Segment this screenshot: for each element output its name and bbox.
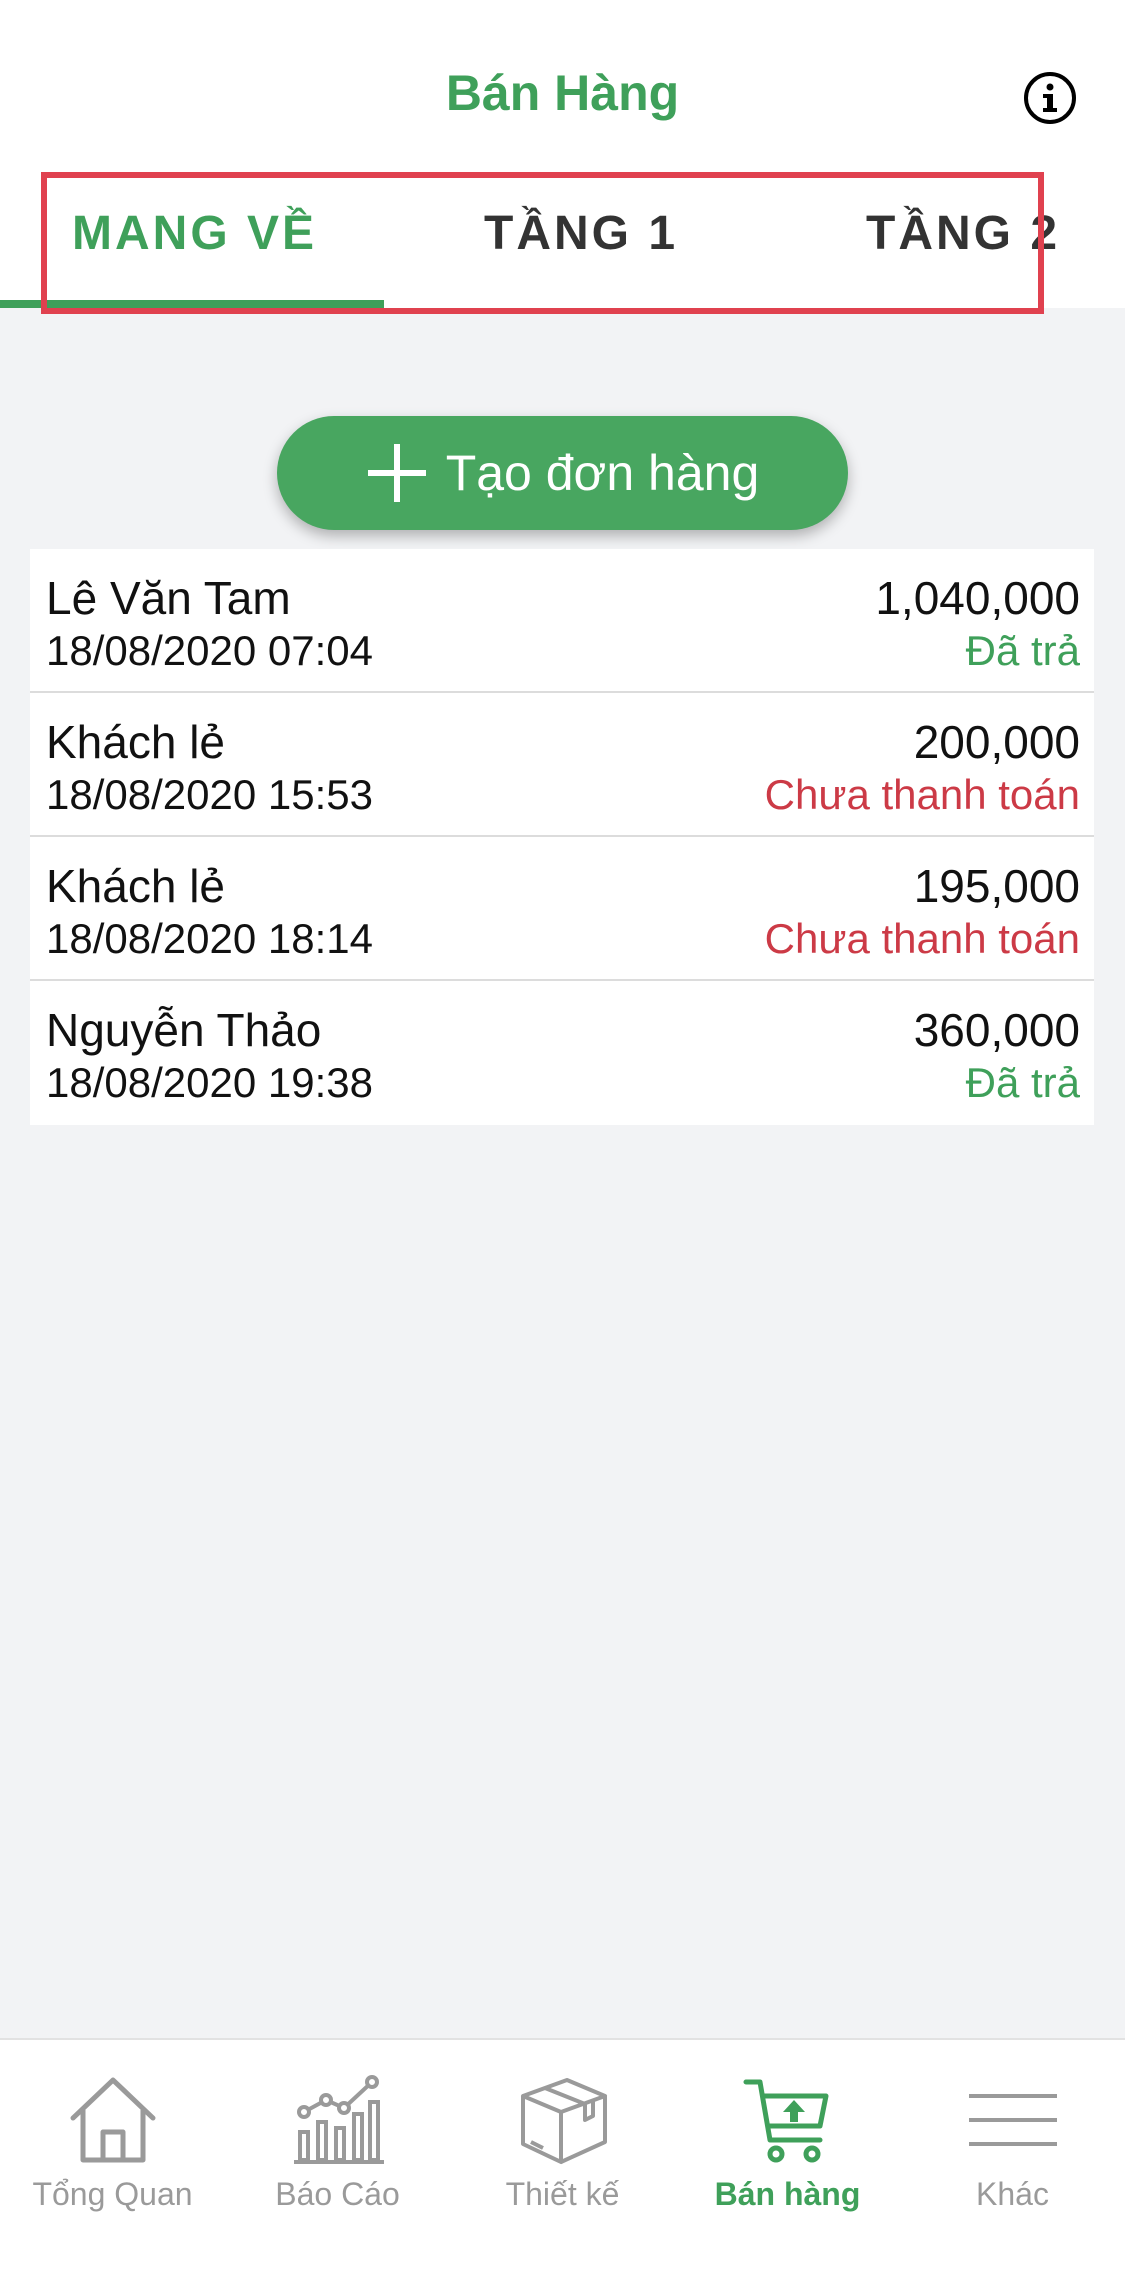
create-order-button[interactable]: Tạo đơn hàng — [277, 416, 848, 530]
tabbar-item-bao-cao[interactable]: Báo Cáo — [225, 2070, 450, 2213]
tabbar-item-khac[interactable]: Khác — [900, 2070, 1125, 2213]
plus-icon — [367, 444, 426, 502]
order-list: Lê Văn Tam 18/08/2020 07:04 1,040,000 Đã… — [30, 549, 1094, 1125]
tabbar-label: Thiết kế — [505, 2176, 620, 2212]
payment-status: Đã trả — [965, 1059, 1080, 1106]
chart-icon — [293, 2075, 384, 2164]
order-row[interactable]: Nguyễn Thảo 18/08/2020 19:38 360,000 Đã … — [30, 981, 1094, 1125]
order-row[interactable]: Lê Văn Tam 18/08/2020 07:04 1,040,000 Đã… — [30, 549, 1094, 693]
order-datetime: 18/08/2020 07:04 — [46, 627, 373, 674]
customer-name: Nguyễn Thảo — [46, 1004, 322, 1056]
order-row[interactable]: Khách lẻ 18/08/2020 18:14 195,000 Chưa t… — [30, 837, 1094, 981]
order-datetime: 18/08/2020 15:53 — [46, 771, 373, 818]
customer-name: Khách lẻ — [46, 716, 226, 768]
order-row[interactable]: Khách lẻ 18/08/2020 15:53 200,000 Chưa t… — [30, 693, 1094, 837]
tabbar-label: Bán hàng — [714, 2176, 861, 2212]
menu-icon — [968, 2094, 1057, 2146]
payment-status: Chưa thanh toán — [764, 771, 1080, 818]
order-amount: 360,000 — [913, 1004, 1080, 1056]
customer-name: Khách lẻ — [46, 860, 226, 912]
order-datetime: 18/08/2020 18:14 — [46, 915, 373, 962]
tabbar-item-tong-quan[interactable]: Tổng Quan — [0, 2070, 225, 2213]
create-order-label: Tạo đơn hàng — [445, 445, 760, 501]
order-amount: 200,000 — [913, 716, 1080, 768]
payment-status: Chưa thanh toán — [764, 915, 1080, 962]
home-icon — [70, 2077, 155, 2163]
tabbar-label: Báo Cáo — [275, 2176, 400, 2212]
box-icon — [520, 2078, 607, 2164]
order-amount: 195,000 — [913, 860, 1080, 912]
tabbar-label: Khác — [976, 2176, 1049, 2212]
payment-status: Đã trả — [965, 627, 1080, 674]
order-amount: 1,040,000 — [875, 572, 1080, 624]
info-icon[interactable] — [1022, 70, 1078, 126]
order-datetime: 18/08/2020 19:38 — [46, 1059, 373, 1106]
tabbar-label: Tổng Quan — [32, 2176, 193, 2212]
tabbar-item-thiet-ke[interactable]: Thiết kế — [450, 2070, 675, 2213]
customer-name: Lê Văn Tam — [46, 572, 291, 624]
bottom-tab-bar: Tổng Quan Báo Cáo Thiết kế Bán hàng Khác — [0, 2038, 1125, 2290]
tabbar-item-ban-hang[interactable]: Bán hàng — [675, 2070, 900, 2213]
cart-icon — [743, 2079, 828, 2163]
tabs-highlight-box — [41, 172, 1044, 314]
page-title: Bán Hàng — [445, 65, 680, 121]
